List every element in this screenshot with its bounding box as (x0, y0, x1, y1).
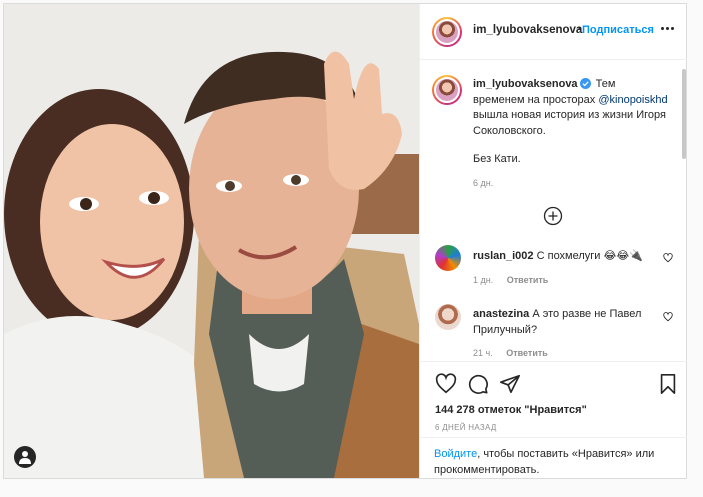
caption-text-end: вышла новая история из жизни Игоря Сокол… (473, 109, 666, 137)
caption-author[interactable]: im_lyubovaksenova (473, 78, 578, 90)
caption-extra-line: Без Кати. (473, 153, 521, 165)
post-header: im_lyubovaksenova • Подписаться (420, 4, 687, 60)
heart-icon[interactable] (435, 373, 457, 395)
login-prompt: Войдите, чтобы поставить «Нравится» или … (420, 437, 687, 479)
comments-section[interactable]: im_lyubovaksenova Тем временем на просто… (420, 61, 687, 361)
more-options-button[interactable] (659, 22, 677, 36)
reply-button[interactable]: Ответить (506, 348, 548, 358)
tagged-user-button[interactable] (14, 446, 36, 468)
plus-circle-icon[interactable] (543, 206, 563, 226)
user-tag-icon (19, 451, 31, 464)
commenter-avatar[interactable] (435, 304, 461, 330)
comment-bubble-icon[interactable] (467, 373, 489, 395)
caption-mention-link[interactable]: @kinopoiskhd (598, 94, 667, 106)
comments-scrollbar[interactable] (682, 69, 686, 159)
verified-badge-icon (579, 78, 591, 89)
heart-icon[interactable] (663, 312, 673, 322)
author-username[interactable]: im_lyubovaksenova (473, 24, 582, 36)
likes-count[interactable]: 144 278 отметок "Нравится" (435, 404, 587, 416)
caption-timestamp[interactable]: 6 дн. (473, 178, 493, 188)
post-card: im_lyubovaksenova • Подписаться im_lyubo… (3, 3, 687, 479)
login-link[interactable]: Войдите (434, 448, 477, 460)
comment-meta: 1 дн. Ответить (473, 275, 548, 285)
author-avatar[interactable] (432, 17, 462, 47)
bookmark-icon[interactable] (657, 373, 679, 395)
heart-icon[interactable] (663, 253, 673, 263)
follow-button[interactable]: Подписаться (582, 24, 654, 36)
post-photo[interactable] (4, 4, 419, 478)
comment-text: ruslan_i002 С похмелуги 😂😂🔌 (473, 249, 663, 265)
reply-button[interactable]: Ответить (507, 275, 549, 285)
comment-meta: 21 ч. Ответить (473, 348, 548, 358)
caption: im_lyubovaksenova Тем временем на просто… (473, 77, 669, 139)
comment-time[interactable]: 1 дн. (473, 275, 493, 285)
post-date[interactable]: 6 дней назад (435, 423, 497, 432)
comment-author[interactable]: anastezina (473, 308, 529, 320)
selfie-illustration (4, 4, 419, 478)
post-side-panel: im_lyubovaksenova • Подписаться im_lyubo… (419, 4, 687, 478)
comment-time[interactable]: 21 ч. (473, 348, 493, 358)
comment-body: С похмелуги 😂😂🔌 (536, 250, 643, 262)
post-actions: 144 278 отметок "Нравится" 6 дней назад … (420, 361, 687, 478)
page-background: im_lyubovaksenova • Подписаться im_lyubo… (0, 0, 703, 497)
paper-plane-icon[interactable] (499, 373, 521, 395)
login-prompt-text: Войдите, чтобы поставить «Нравится» или … (434, 447, 674, 478)
commenter-avatar[interactable] (435, 245, 461, 271)
comment-text: anastezina А это разве не Павел Прилучны… (473, 307, 663, 338)
comment-author[interactable]: ruslan_i002 (473, 250, 534, 262)
caption-author-avatar[interactable] (432, 75, 462, 105)
